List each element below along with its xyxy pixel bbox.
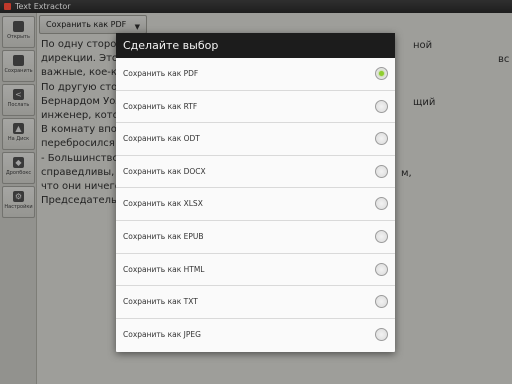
radio-button-icon[interactable] <box>375 327 388 341</box>
radio-button-icon[interactable] <box>375 132 388 146</box>
format-option-label: Сохранить как EPUB <box>123 231 204 241</box>
format-option-label: Сохранить как RTF <box>123 101 198 111</box>
radio-button-icon[interactable] <box>375 197 388 211</box>
format-option-label: Сохранить как JPEG <box>123 329 201 339</box>
radio-button-icon[interactable] <box>375 99 388 113</box>
radio-button-icon[interactable] <box>375 67 388 80</box>
radio-button-icon[interactable] <box>375 229 388 243</box>
format-option[interactable]: Сохранить как HTML <box>116 254 395 287</box>
dialog-title: Сделайте выбор <box>116 33 395 58</box>
format-option[interactable]: Сохранить как ODT <box>116 123 395 156</box>
format-option-label: Сохранить как HTML <box>123 264 205 274</box>
format-option[interactable]: Сохранить как RTF <box>116 91 395 124</box>
app-icon <box>4 3 11 10</box>
format-option[interactable]: Сохранить как TXT <box>116 286 395 319</box>
option-list: Сохранить как PDF Сохранить как RTF Сохран… <box>116 58 395 351</box>
format-option[interactable]: Сохранить как PDF <box>116 58 395 91</box>
save-format-dialog: Сделайте выбор Сохранить как PDF Сохранит… <box>116 33 395 352</box>
format-option[interactable]: Сохранить как JPEG <box>116 319 395 352</box>
format-option-label: Сохранить как PDF <box>123 69 199 78</box>
format-option-label: Сохранить как ODT <box>123 134 200 144</box>
format-option-label: Сохранить как DOCX <box>123 166 206 176</box>
format-option-label: Сохранить как XLSX <box>123 199 203 209</box>
format-option[interactable]: Сохранить как XLSX <box>116 188 395 221</box>
radio-button-icon[interactable] <box>375 295 388 309</box>
radio-button-icon[interactable] <box>375 164 388 178</box>
format-option[interactable]: Сохранить как EPUB <box>116 221 395 254</box>
format-option[interactable]: Сохранить как DOCX <box>116 156 395 189</box>
window-titlebar: Text Extractor <box>0 0 512 13</box>
window-title: Text Extractor <box>15 2 71 11</box>
radio-button-icon[interactable] <box>375 262 388 276</box>
format-option-label: Сохранить как TXT <box>123 297 198 307</box>
